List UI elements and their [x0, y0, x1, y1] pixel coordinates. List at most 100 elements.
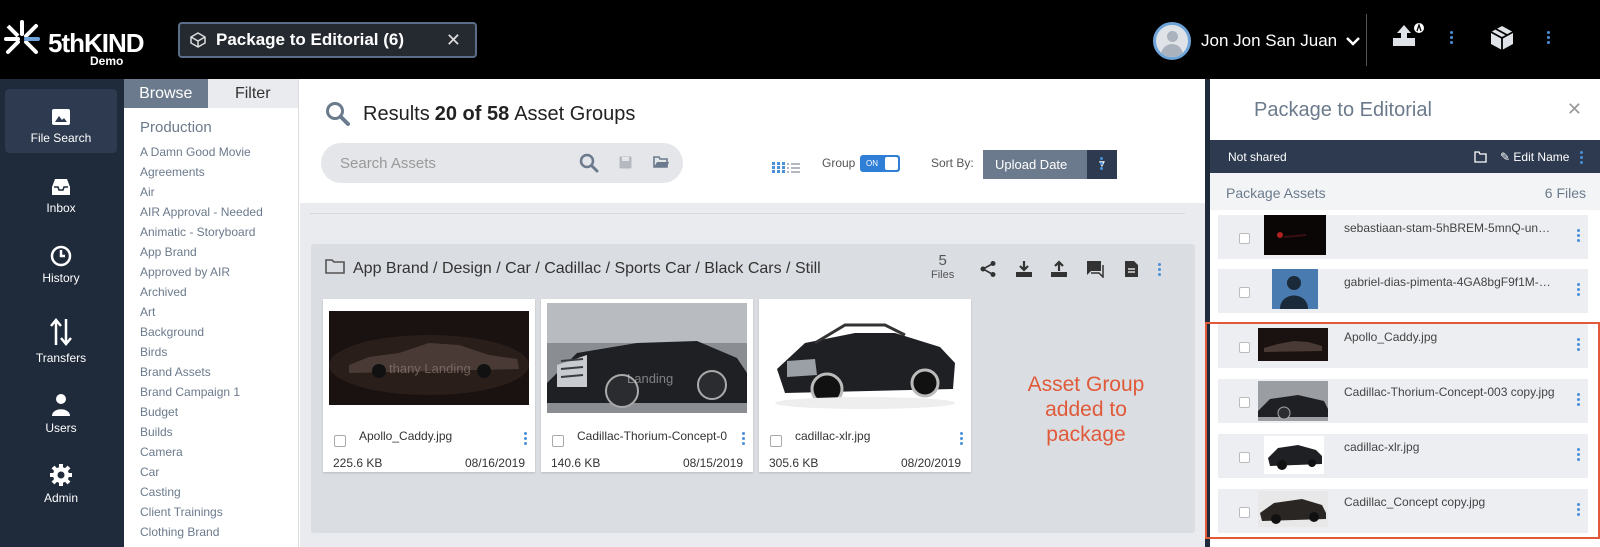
download-icon[interactable] [1015, 260, 1033, 283]
nav-users[interactable]: Users [5, 379, 117, 443]
view-toggle[interactable] [772, 160, 800, 178]
logo-sub: Demo [90, 54, 124, 68]
browse-item[interactable]: Air [140, 182, 298, 202]
search-icon [325, 101, 351, 127]
browse-item[interactable]: Approved by AIR [140, 262, 298, 282]
browse-item[interactable]: Client Trainings [140, 502, 298, 522]
browse-item[interactable]: Car [140, 462, 298, 482]
upload-to-group-icon[interactable] [1050, 260, 1068, 283]
row-thumbnail [1264, 215, 1326, 255]
asset-name: Cadillac-Thorium-Concept-003 copy.jpg [577, 429, 727, 443]
close-panel-icon[interactable]: ✕ [1567, 99, 1582, 120]
inbox-icon [5, 167, 117, 197]
browse-list: A Damn Good Movie Agreements Air AIR App… [140, 142, 298, 542]
row-checkbox[interactable] [1239, 287, 1250, 298]
asset-thumbnail[interactable] [765, 303, 965, 413]
browse-item[interactable]: Archived [140, 282, 298, 302]
row-checkbox[interactable] [1239, 233, 1250, 244]
sort-label: Sort By: [931, 156, 974, 170]
asset-thumbnail[interactable]: thany Landing [329, 303, 529, 413]
upload-menu-kebab-icon[interactable] [1450, 31, 1453, 44]
browse-item[interactable]: Casting [140, 482, 298, 502]
nav-transfers[interactable]: Transfers [5, 309, 117, 373]
nav-admin[interactable]: Admin [5, 449, 117, 513]
browse-item[interactable]: Budget [140, 402, 298, 422]
asset-checkbox[interactable] [770, 435, 782, 447]
close-package-tab-icon[interactable]: ✕ [446, 30, 461, 51]
browse-section-title: Production [140, 119, 212, 136]
grid-view-icon[interactable] [772, 160, 785, 178]
browse-item[interactable]: Birds [140, 342, 298, 362]
package-options-kebab-icon[interactable] [1580, 151, 1583, 164]
logo[interactable]: 5thKIND Demo [4, 20, 145, 68]
asset-menu-kebab-icon[interactable] [524, 432, 527, 445]
save-search-icon[interactable] [619, 156, 632, 173]
nav-inbox[interactable]: Inbox [5, 159, 117, 223]
browse-item[interactable]: Background [140, 322, 298, 342]
tab-filter[interactable]: Filter [207, 79, 298, 108]
package-assets-header: Package Assets 6 Files [1210, 173, 1600, 210]
browse-item[interactable]: Camera [140, 442, 298, 462]
row-name: gabriel-dias-pimenta-4GA8bgF9f1M-unsplas… [1344, 275, 1556, 289]
file-count-label: Files [931, 269, 955, 281]
edit-name-button[interactable]: ✎ Edit Name [1500, 150, 1569, 164]
asset-menu-kebab-icon[interactable] [742, 432, 745, 445]
search-input[interactable]: Search Assets [321, 143, 683, 183]
row-menu-kebab-icon[interactable] [1577, 283, 1580, 296]
folder-icon [325, 258, 345, 279]
asset-date: 08/15/2019 [682, 456, 743, 470]
document-icon[interactable] [1124, 260, 1139, 283]
logo-star-icon [4, 20, 40, 54]
browse-item[interactable]: A Damn Good Movie [140, 142, 298, 162]
package-tab[interactable]: Package to Editorial (6) ✕ [178, 22, 477, 58]
package-toolbar: Not shared ✎ Edit Name [1210, 140, 1600, 173]
list-view-icon[interactable] [787, 160, 800, 178]
comment-icon[interactable] [1086, 260, 1104, 283]
group-path[interactable]: App Brand / Design / Car / Cadillac / Sp… [325, 258, 821, 279]
browse-item[interactable]: Agreements [140, 162, 298, 182]
asset-checkbox[interactable] [552, 435, 564, 447]
group-toggle[interactable]: ON [860, 155, 900, 172]
browse-item[interactable]: Art [140, 302, 298, 322]
sort-options-kebab-icon[interactable] [1100, 157, 1103, 170]
main-content: Results 20 of 58 Asset Groups Search Ass… [300, 79, 1205, 547]
browse-item[interactable]: Builds [140, 422, 298, 442]
row-menu-kebab-icon[interactable] [1577, 229, 1580, 242]
package-tab-label: Package to Editorial (6) [216, 30, 404, 49]
browse-item[interactable]: Brand Assets [140, 362, 298, 382]
package-stack-icon[interactable] [1489, 24, 1515, 57]
group-label: Group [822, 156, 856, 170]
package-asset-row[interactable]: sebastiaan-stam-5hBREM-5mnQ-unsplash.jpg [1218, 215, 1588, 259]
sharing-status: Not shared [1228, 150, 1287, 164]
results-suffix: Asset Groups [514, 102, 636, 125]
open-folder-icon[interactable] [653, 155, 669, 173]
sort-select[interactable]: Upload Date [983, 150, 1087, 179]
user-menu[interactable]: Jon Jon San Juan [1153, 22, 1361, 60]
asset-card[interactable]: Landing Cadillac-Thorium-Concept-003 cop… [541, 299, 753, 472]
file-count: 5 Files [931, 252, 954, 281]
package-menu-kebab-icon[interactable] [1547, 31, 1550, 44]
asset-card[interactable]: thany Landing Apollo_Caddy.jpg 225.6 KB … [323, 299, 535, 472]
asset-card[interactable]: cadillac-xlr.jpg 305.6 KB 08/20/2019 [759, 299, 971, 472]
added-assets-highlight [1205, 322, 1600, 539]
asset-menu-kebab-icon[interactable] [960, 432, 963, 445]
row-name: sebastiaan-stam-5hBREM-5mnQ-unsplash.jpg [1344, 221, 1556, 235]
header-divider [1366, 14, 1367, 66]
package-asset-row[interactable]: gabriel-dias-pimenta-4GA8bgF9f1M-unsplas… [1218, 269, 1588, 313]
nav-file-search[interactable]: File Search [5, 89, 117, 153]
tab-browse[interactable]: Browse [124, 79, 208, 108]
browse-item[interactable]: Animatic - Storyboard [140, 222, 298, 242]
upload-icon[interactable] [1391, 22, 1425, 55]
browse-item[interactable]: Brand Campaign 1 [140, 382, 298, 402]
folder-open-icon[interactable] [1474, 151, 1488, 166]
asset-thumbnail[interactable]: Landing [547, 303, 747, 413]
browse-item[interactable]: Clothing Brand [140, 522, 298, 542]
search-submit-icon[interactable] [579, 153, 599, 177]
svg-text:Landing: Landing [627, 371, 673, 386]
browse-item[interactable]: App Brand [140, 242, 298, 262]
browse-item[interactable]: AIR Approval - Needed [140, 202, 298, 222]
nav-history[interactable]: History [5, 229, 117, 293]
group-menu-kebab-icon[interactable] [1158, 263, 1161, 276]
asset-checkbox[interactable] [334, 435, 346, 447]
share-icon[interactable] [979, 260, 997, 283]
